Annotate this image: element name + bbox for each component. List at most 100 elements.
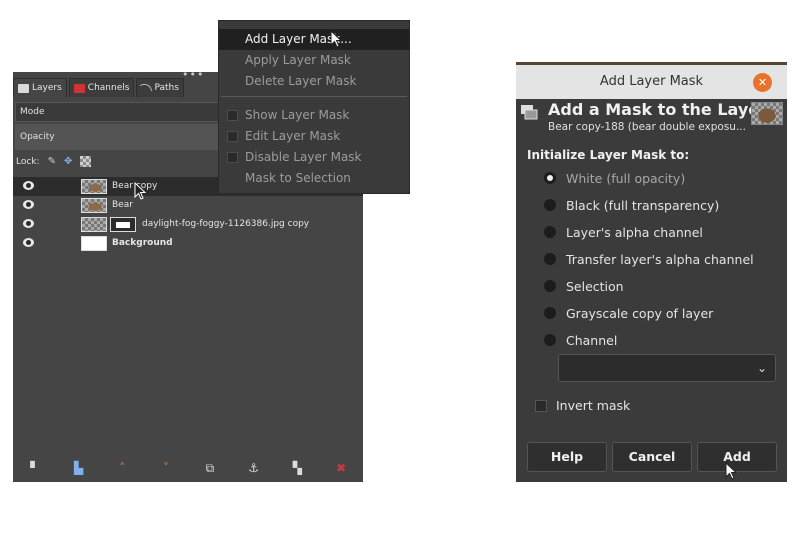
radio-label: Layer's alpha channel	[566, 224, 703, 240]
new-layer-group-icon[interactable]: ▙	[71, 461, 87, 475]
mouse-cursor-icon	[330, 30, 342, 48]
opacity-label: Opacity	[20, 132, 55, 142]
layer-thumbnail	[81, 236, 107, 251]
layer-row[interactable]: Bear	[13, 196, 363, 215]
radio-indicator	[544, 280, 556, 292]
menu-item-disable-layer-mask[interactable]: Disable Layer Mask	[219, 147, 409, 168]
dialog-window-title: Add Layer Mask	[599, 74, 704, 89]
mouse-cursor-icon	[725, 462, 737, 480]
new-layer-icon[interactable]: ▘	[27, 461, 43, 475]
radio-layer-alpha-channel[interactable]: Layer's alpha channel	[544, 222, 703, 242]
layer-preview-thumbnail	[751, 102, 783, 125]
initialize-mask-label: Initialize Layer Mask to:	[527, 148, 690, 162]
lock-alpha-icon[interactable]	[80, 156, 92, 167]
layer-name: daylight-fog-foggy-1126386.jpg copy	[142, 219, 310, 229]
tab-paths-label: Paths	[154, 83, 179, 93]
lock-pixels-icon[interactable]: ✎	[48, 156, 56, 167]
menu-separator	[221, 96, 407, 97]
radio-indicator	[544, 307, 556, 319]
radio-black-full-transparency[interactable]: Black (full transparency)	[544, 195, 719, 215]
layer-mask-icon	[521, 105, 538, 120]
lower-layer-icon[interactable]: ˅	[158, 461, 174, 475]
menu-item-label: Mask to Selection	[245, 171, 351, 185]
radio-indicator	[544, 334, 556, 346]
dialog-header-title: Add a Mask to the Layer	[548, 100, 768, 119]
visibility-eye-icon[interactable]	[23, 238, 34, 247]
tab-channels[interactable]: Channels	[68, 78, 135, 97]
menu-item-apply-layer-mask[interactable]: Apply Layer Mask	[219, 50, 409, 71]
channel-select[interactable]: ⌄	[558, 354, 776, 382]
mouse-cursor-icon	[134, 182, 146, 200]
raise-layer-icon[interactable]: ˄	[114, 461, 130, 475]
help-button[interactable]: Help	[527, 442, 607, 472]
layer-row[interactable]: Background	[13, 234, 363, 253]
visibility-eye-icon[interactable]	[23, 200, 34, 209]
layer-thumbnail	[81, 179, 107, 194]
radio-transfer-alpha-channel[interactable]: Transfer layer's alpha channel	[544, 249, 754, 269]
radio-indicator	[544, 199, 556, 211]
layer-row[interactable]: daylight-fog-foggy-1126386.jpg copy	[13, 215, 363, 234]
visibility-eye-icon[interactable]	[23, 219, 34, 228]
layer-mask-icon[interactable]: ▚	[289, 461, 305, 475]
tab-channels-label: Channels	[87, 83, 130, 93]
layer-name: Background	[112, 238, 173, 248]
duplicate-layer-icon[interactable]: ⧉	[202, 461, 218, 476]
lock-label: Lock:	[16, 156, 40, 167]
lock-position-icon[interactable]: ✥	[64, 156, 72, 167]
opacity-field[interactable]: Opacity	[15, 124, 227, 150]
radio-grayscale-copy[interactable]: Grayscale copy of layer	[544, 303, 713, 323]
add-button[interactable]: Add	[697, 442, 777, 472]
channels-icon	[73, 83, 85, 93]
radio-channel[interactable]: Channel	[544, 330, 617, 350]
dialog-header: Add a Mask to the Layer Bear copy-188 (b…	[516, 99, 787, 136]
dialog-header-subtitle: Bear copy-188 (bear double exposu...	[548, 121, 746, 133]
radio-label: Channel	[566, 332, 618, 348]
dialog-titlebar[interactable]: Add Layer Mask ✕	[516, 65, 787, 99]
radio-indicator	[544, 253, 556, 265]
layer-mask-context-menu: Add Layer Mask... Apply Layer Mask Delet…	[218, 20, 410, 194]
menu-item-add-layer-mask[interactable]: Add Layer Mask...	[219, 29, 409, 50]
radio-label: Selection	[566, 278, 624, 294]
menu-item-label: Apply Layer Mask	[245, 53, 351, 67]
layer-thumbnail	[81, 217, 107, 232]
menu-item-mask-to-selection[interactable]: Mask to Selection	[219, 168, 409, 189]
invert-mask-checkbox[interactable]: Invert mask	[535, 398, 630, 413]
layer-thumbnail	[81, 198, 107, 213]
tab-layers-label: Layers	[32, 83, 62, 93]
checkbox-icon	[227, 110, 238, 121]
chevron-down-icon: ⌄	[756, 361, 767, 375]
checkbox-icon	[227, 131, 238, 142]
radio-label: White (full opacity)	[566, 170, 686, 186]
checkbox-indicator	[535, 399, 547, 412]
menu-item-edit-layer-mask[interactable]: Edit Layer Mask	[219, 126, 409, 147]
layer-mask-thumbnail	[110, 217, 136, 232]
delete-layer-icon[interactable]: ✖	[333, 461, 349, 475]
layer-name: Bear	[112, 200, 133, 210]
visibility-eye-icon[interactable]	[23, 181, 34, 190]
radio-indicator	[544, 172, 556, 184]
close-icon[interactable]: ✕	[753, 73, 772, 92]
mode-label: Mode	[20, 107, 45, 117]
radio-white-full-opacity[interactable]: White (full opacity)	[544, 168, 685, 188]
invert-mask-label: Invert mask	[556, 398, 631, 413]
cancel-button[interactable]: Cancel	[612, 442, 692, 472]
radio-label: Grayscale copy of layer	[566, 305, 714, 321]
add-layer-mask-dialog: Add Layer Mask ✕ Add a Mask to the Layer…	[516, 62, 787, 482]
radio-label: Transfer layer's alpha channel	[566, 251, 754, 267]
dock-tabs: Layers Channels Paths	[13, 78, 186, 97]
mode-field[interactable]: Mode	[15, 102, 227, 122]
menu-item-show-layer-mask[interactable]: Show Layer Mask	[219, 105, 409, 126]
menu-item-delete-layer-mask[interactable]: Delete Layer Mask	[219, 71, 409, 92]
anchor-layer-icon[interactable]: ⚓	[246, 461, 262, 475]
tab-paths[interactable]: Paths	[136, 78, 184, 97]
tab-layers[interactable]: Layers	[13, 78, 67, 97]
lock-row: Lock: ✎ ✥	[16, 156, 92, 167]
radio-selection[interactable]: Selection	[544, 276, 624, 296]
paths-icon	[140, 81, 153, 95]
layers-toolbar: ▘ ▙ ˄ ˅ ⧉ ⚓ ▚ ✖	[13, 454, 363, 482]
radio-indicator	[544, 226, 556, 238]
menu-item-label: Delete Layer Mask	[245, 74, 357, 88]
checkbox-icon	[227, 152, 238, 163]
menu-item-label: Edit Layer Mask	[245, 129, 341, 143]
radio-label: Black (full transparency)	[566, 197, 720, 213]
